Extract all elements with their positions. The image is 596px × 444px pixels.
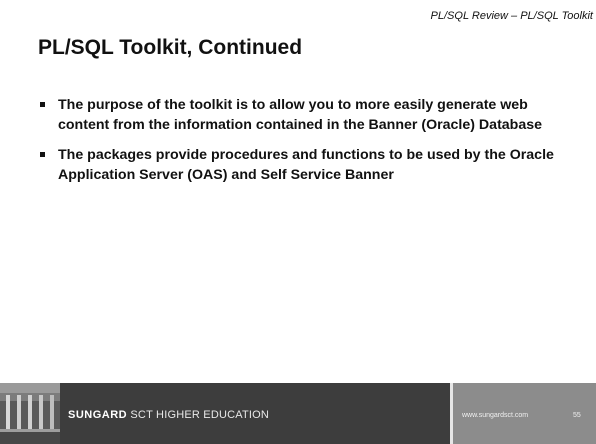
footer-brand-panel: SUNGARD SCT HIGHER EDUCATION — [0, 383, 450, 444]
brand-name: SUNGARD — [68, 409, 128, 421]
bullet-item: The packages provide procedures and func… — [40, 145, 560, 185]
footer-bar: SUNGARD SCT HIGHER EDUCATION www.sungard… — [0, 383, 596, 444]
square-bullet-icon — [40, 102, 45, 107]
bullet-text: The packages provide procedures and func… — [58, 147, 554, 183]
campus-photo-icon — [0, 383, 60, 444]
page-number: 55 — [573, 412, 581, 419]
bullet-text: The purpose of the toolkit is to allow y… — [58, 97, 543, 133]
slide-title: PL/SQL Toolkit, Continued — [38, 36, 303, 59]
brand-text: SUNGARD SCT HIGHER EDUCATION — [68, 409, 269, 421]
square-bullet-icon — [40, 152, 45, 157]
slide-header: PL/SQL Review – PL/SQL Toolkit — [430, 10, 593, 22]
brand-division: SCT HIGHER EDUCATION — [130, 409, 270, 421]
footer-url: www.sungardsct.com — [462, 412, 529, 419]
footer-divider — [450, 383, 453, 444]
bullet-item: The purpose of the toolkit is to allow y… — [40, 95, 560, 135]
bullet-list: The purpose of the toolkit is to allow y… — [40, 95, 560, 195]
slide: PL/SQL Review – PL/SQL Toolkit PL/SQL To… — [0, 0, 596, 444]
